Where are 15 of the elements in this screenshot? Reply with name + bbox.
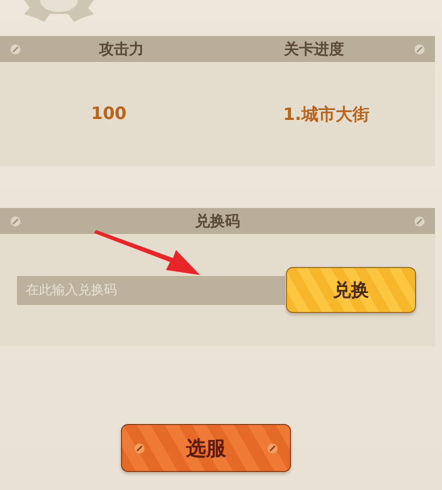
redeem-button[interactable]: 兑换 [286,267,416,313]
screw-icon [10,216,21,226]
server-select-button[interactable]: 选服 [121,424,291,472]
screw-icon [10,44,21,54]
section-title: 兑换码 [194,212,241,230]
stat-value: 1.城市大街 [283,104,370,126]
screw-icon [134,442,145,454]
screw-icon [267,442,278,454]
stat-value: 100 [91,104,126,124]
screw-icon [414,44,425,54]
code-input-field[interactable]: 在此输入兑换码 [17,276,285,304]
screw-icon [414,216,425,226]
column-header: 关卡进度 [282,40,345,58]
column-header: 攻击力 [98,40,145,58]
gear-icon [24,0,94,22]
